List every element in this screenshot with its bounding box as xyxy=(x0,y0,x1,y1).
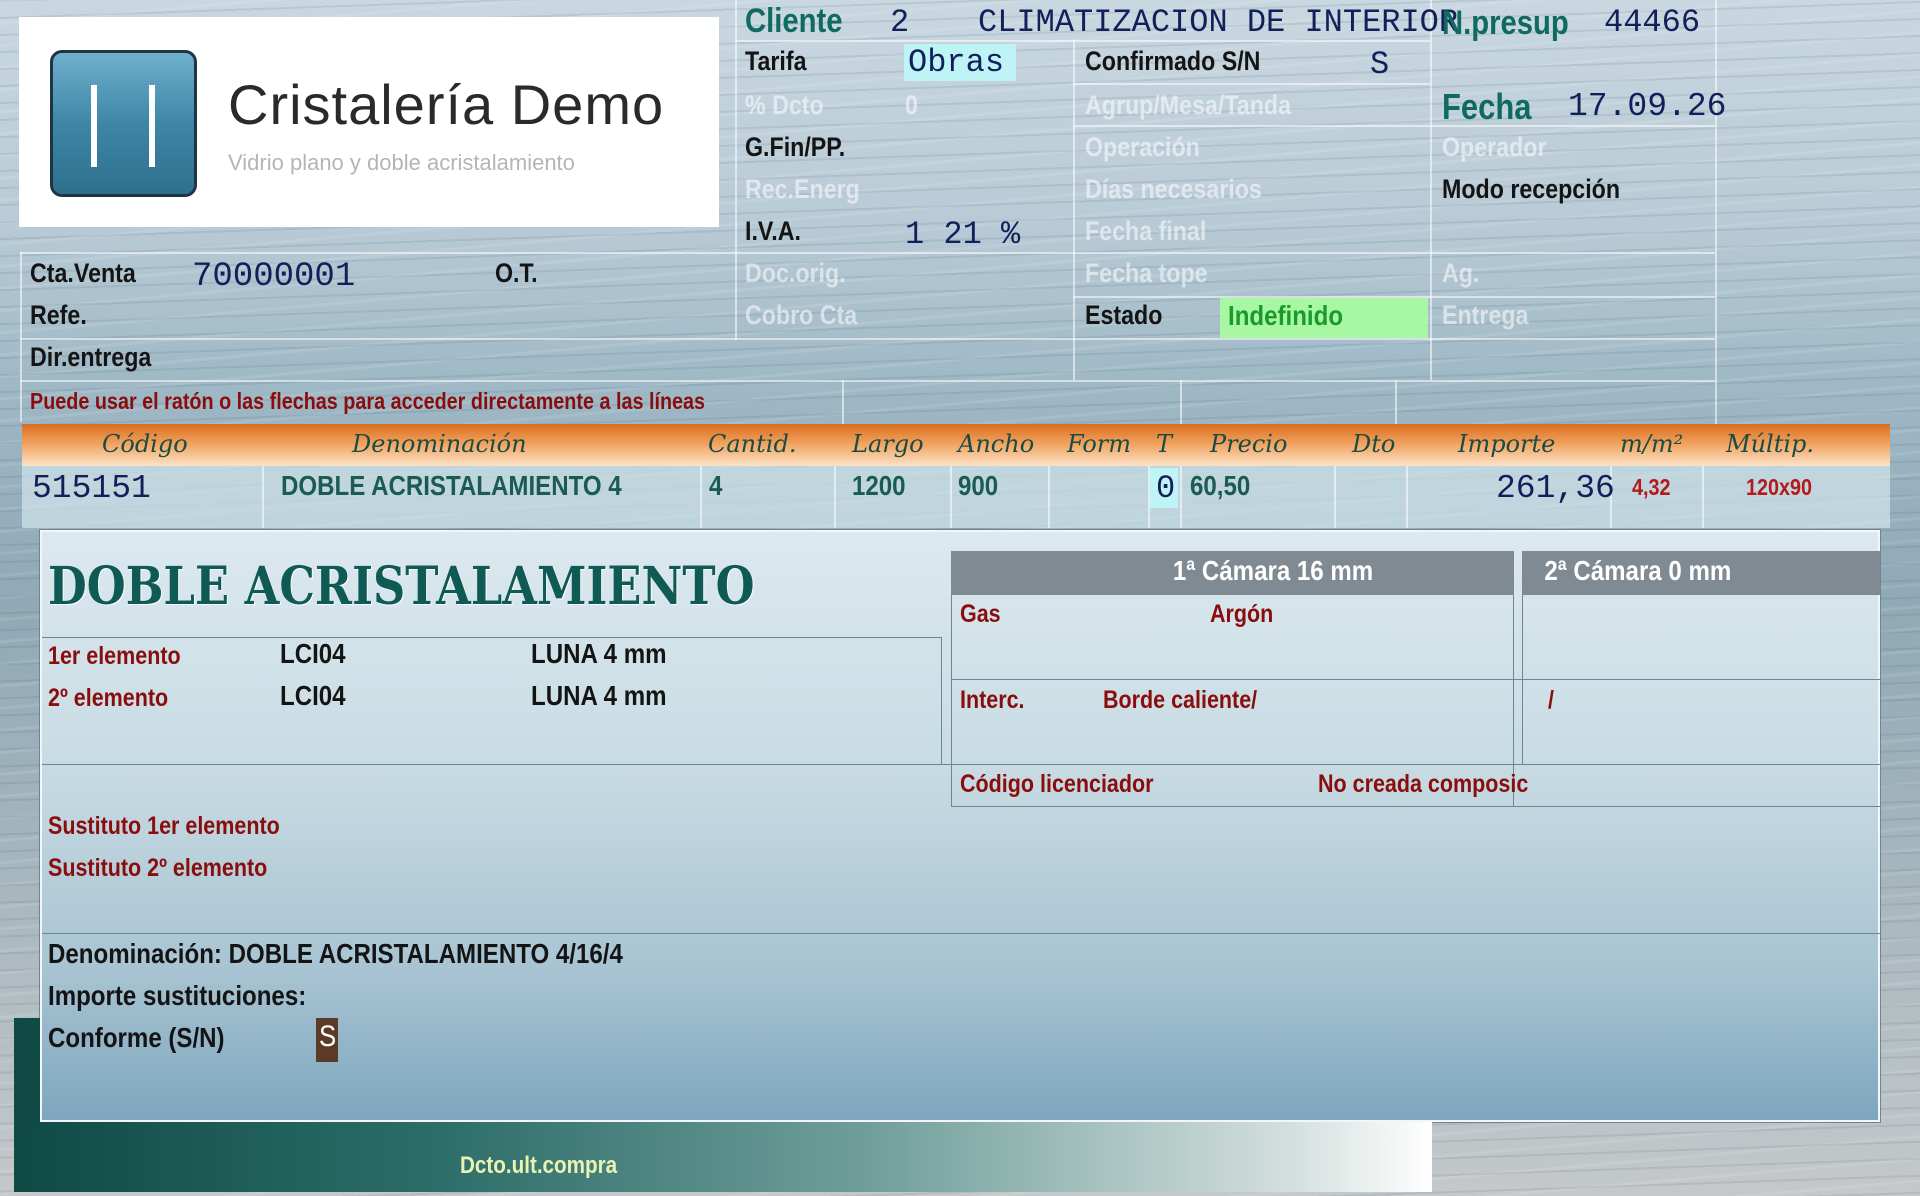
sustituto2-label[interactable]: Sustituto 2º elemento xyxy=(48,854,267,883)
iva-value[interactable]: 1 21 % xyxy=(905,216,1020,253)
footer-stub xyxy=(14,1018,40,1122)
col-denominacion[interactable]: Denominación xyxy=(352,430,527,458)
camara2-box xyxy=(1522,595,1880,765)
col-ancho[interactable]: Ancho xyxy=(958,430,1034,458)
line-codigo[interactable]: 515151 xyxy=(32,470,151,507)
dias-label: Días necesarios xyxy=(1085,174,1262,204)
col-dto[interactable]: Dto xyxy=(1352,430,1395,458)
refe-label: Refe. xyxy=(30,300,87,330)
col-t[interactable]: T xyxy=(1156,430,1172,458)
line-m2[interactable]: 4,32 xyxy=(1632,474,1670,501)
npresup-label: N.presup xyxy=(1442,4,1569,42)
line-cantidad[interactable]: 4 xyxy=(709,470,722,502)
gas-label: Gas xyxy=(960,600,1001,628)
col-precio[interactable]: Precio xyxy=(1210,430,1287,458)
col-importe[interactable]: Importe xyxy=(1458,430,1555,458)
camara1-title: 1ª Cámara 16 mm xyxy=(1172,555,1374,586)
col-cantidad[interactable]: Cantid. xyxy=(708,430,796,458)
conforme-label: Conforme (S/N) xyxy=(48,1022,225,1053)
lines-column-header: Código Denominación Cantid. Largo Ancho … xyxy=(22,424,1890,466)
npresup-value[interactable]: 44466 xyxy=(1604,4,1700,41)
codlic-value: No creada composic xyxy=(1318,770,1529,798)
elem2-code[interactable]: LCI04 xyxy=(280,680,346,712)
line-largo[interactable]: 1200 xyxy=(852,470,906,502)
panel-title: DOBLE ACRISTALAMIENTO xyxy=(48,556,755,617)
fechafinal-label: Fecha final xyxy=(1085,216,1207,246)
fecha-label: Fecha xyxy=(1442,86,1532,127)
elem2-desc: LUNA 4 mm xyxy=(531,680,667,711)
cliente-name[interactable]: CLIMATIZACION DE INTERIOR xyxy=(978,4,1458,41)
cobro-label: Cobro Cta xyxy=(745,300,858,330)
cliente-number[interactable]: 2 xyxy=(890,4,909,41)
col-largo[interactable]: Largo xyxy=(852,430,924,458)
elem1-label: 1er elemento xyxy=(48,642,181,670)
company-logo-icon xyxy=(50,50,197,197)
company-name: Cristalería Demo xyxy=(228,73,665,136)
interc-label: Interc. xyxy=(960,686,1025,714)
company-tagline: Vidrio plano y doble acristalamiento xyxy=(228,150,575,175)
camara2-title: 2ª Cámara 0 mm xyxy=(1544,555,1732,586)
docorig-label: Doc.orig. xyxy=(745,258,846,288)
line-denominacion[interactable]: DOBLE ACRISTALAMIENTO 4 xyxy=(281,470,622,502)
elem1-desc: LUNA 4 mm xyxy=(531,638,667,669)
camara2-header: 2ª Cámara 0 mm xyxy=(1522,551,1880,595)
entrega-label: Entrega xyxy=(1442,300,1529,330)
tarifa-value[interactable]: Obras xyxy=(904,44,1017,81)
dcto-ult-compra-label: Dcto.ult.compra xyxy=(460,1152,618,1179)
footer-bar xyxy=(14,1122,1432,1192)
col-m2[interactable]: m/m² xyxy=(1620,430,1683,458)
fechatope-label: Fecha tope xyxy=(1085,258,1208,288)
col-form[interactable]: Form xyxy=(1067,430,1131,458)
elem2-label: 2º elemento xyxy=(48,684,169,712)
sustituto1-label[interactable]: Sustituto 1er elemento xyxy=(48,812,280,841)
conforme-input[interactable]: S xyxy=(319,1020,336,1054)
ot-label: O.T. xyxy=(495,258,538,288)
iva-label: I.V.A. xyxy=(745,216,801,246)
elem1-code[interactable]: LCI04 xyxy=(280,638,346,670)
importe-sustituciones-label: Importe sustituciones: xyxy=(48,980,307,1011)
gas-value[interactable]: Argón xyxy=(1210,600,1273,629)
fecha-value[interactable]: 17.09.26 xyxy=(1568,88,1726,125)
agrup-label: Agrup/Mesa/Tanda xyxy=(1085,90,1292,120)
confirmado-value[interactable]: S xyxy=(1370,46,1389,83)
operacion-label: Operación xyxy=(1085,132,1200,162)
estado-label: Estado xyxy=(1085,300,1163,330)
codlic-label: Código licenciador xyxy=(960,770,1154,798)
col-codigo[interactable]: Código xyxy=(102,430,188,458)
confirmado-label: Confirmado S/N xyxy=(1085,46,1261,76)
ctaventa-label: Cta.Venta xyxy=(30,258,136,288)
col-multip[interactable]: Múltip. xyxy=(1726,430,1814,458)
line-importe[interactable]: 261,36 xyxy=(1496,470,1615,507)
denominacion-total: Denominación: DOBLE ACRISTALAMIENTO 4/16… xyxy=(48,938,623,969)
line-ancho[interactable]: 900 xyxy=(958,470,998,502)
estado-value[interactable]: Indefinido xyxy=(1228,300,1343,332)
tarifa-label: Tarifa xyxy=(745,46,807,76)
ctaventa-value[interactable]: 70000001 xyxy=(192,258,355,296)
operador-label: Operador xyxy=(1442,132,1547,162)
dcto-label: % Dcto xyxy=(745,90,824,120)
cliente-label: Cliente xyxy=(745,2,843,40)
interc2-value[interactable]: / xyxy=(1548,686,1554,715)
camara1-header: 1ª Cámara 16 mm xyxy=(951,551,1514,595)
modo-recepcion-label: Modo recepción xyxy=(1442,174,1621,204)
line-precio[interactable]: 60,50 xyxy=(1190,470,1250,502)
hint-text: Puede usar el ratón o las flechas para a… xyxy=(30,388,706,414)
direntrega-label: Dir.entrega xyxy=(30,342,152,372)
dcto-value[interactable]: 0 xyxy=(905,90,918,121)
gfin-label: G.Fin/PP. xyxy=(745,132,846,162)
line-multip[interactable]: 120x90 xyxy=(1746,474,1812,501)
interc-value[interactable]: Borde caliente/ xyxy=(1103,686,1257,715)
ag-label: Ag. xyxy=(1442,258,1480,288)
recenerg-label: Rec.Energ xyxy=(745,174,860,204)
line-t[interactable]: 0 xyxy=(1156,470,1175,507)
